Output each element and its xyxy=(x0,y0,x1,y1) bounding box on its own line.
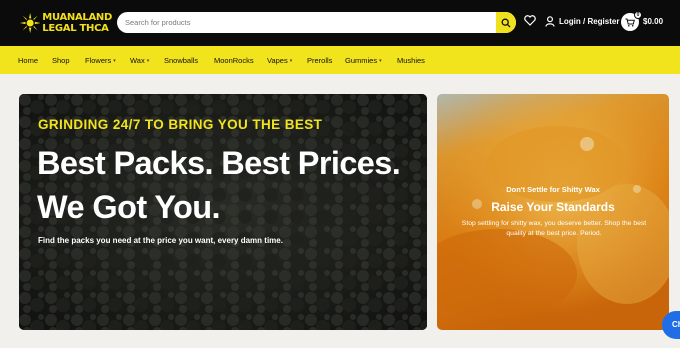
nav-item-mushies[interactable]: Mushies xyxy=(397,56,425,65)
nav-label: Home xyxy=(18,56,39,65)
main-nav: Home Shop Flowers ▾ Wax ▾ Snowballs Moon… xyxy=(0,46,680,74)
nav-item-shop[interactable]: Shop xyxy=(52,56,70,65)
search-input[interactable] xyxy=(117,12,487,33)
logo-line-1: MUANALAND xyxy=(42,12,112,23)
nav-label: Prerolls xyxy=(307,56,333,65)
chat-button[interactable]: Ch xyxy=(662,311,680,339)
chevron-down-icon: ▾ xyxy=(113,57,116,64)
nav-label: Snowballs xyxy=(164,56,199,65)
hero-banner[interactable]: GRINDING 24/7 TO BRING YOU THE BEST Best… xyxy=(19,94,427,330)
nav-item-wax[interactable]: Wax ▾ xyxy=(130,56,149,65)
nav-label: Wax xyxy=(130,56,145,65)
nav-label: MoonRocks xyxy=(214,56,254,65)
promo-title: Raise Your Standards xyxy=(491,200,615,214)
cart-icon xyxy=(625,18,635,27)
nav-item-flowers[interactable]: Flowers ▾ xyxy=(85,56,116,65)
hero-headline: Best Packs. Best Prices. We Got You. xyxy=(37,141,401,229)
nav-item-home[interactable]: Home xyxy=(18,56,38,65)
promo-kicker: Don't Settle for Shitty Wax xyxy=(506,185,600,194)
nav-label: Flowers xyxy=(85,56,112,65)
logo-line-2: LEGAL THCA xyxy=(42,23,109,34)
hero-headline-line-2: We Got You. xyxy=(37,189,221,225)
top-header: MUANALAND LEGAL THCA Login / Register 0 … xyxy=(0,0,680,46)
nav-label: Gummies xyxy=(345,56,378,65)
hero-kicker: GRINDING 24/7 TO BRING YOU THE BEST xyxy=(38,117,323,132)
hero-subtext: Find the packs you need at the price you… xyxy=(38,236,283,245)
search-button[interactable] xyxy=(496,12,516,33)
nav-item-moonrocks[interactable]: MoonRocks xyxy=(214,56,254,65)
site-logo[interactable]: MUANALAND LEGAL THCA xyxy=(20,6,112,40)
login-label: Login / Register xyxy=(559,17,620,26)
chevron-down-icon: ▾ xyxy=(289,57,293,64)
search-icon xyxy=(501,18,511,27)
chevron-down-icon: ▾ xyxy=(146,57,150,64)
nav-label: Vapes xyxy=(267,56,288,65)
nav-label: Mushies xyxy=(397,56,425,65)
nav-item-prerolls[interactable]: Prerolls xyxy=(307,56,332,65)
promo-card-wax[interactable]: Don't Settle for Shitty Wax Raise Your S… xyxy=(437,94,669,330)
user-icon xyxy=(545,16,555,27)
promo-description: Stop settling for shitty wax, you deserv… xyxy=(461,220,647,237)
logo-wordmark: MUANALAND LEGAL THCA xyxy=(42,12,112,34)
search-bar xyxy=(117,12,516,33)
cart-total[interactable]: $0.00 xyxy=(643,17,663,26)
login-register-link[interactable]: Login / Register xyxy=(545,16,619,27)
cart-count-badge: 0 xyxy=(634,11,642,19)
heart-icon[interactable] xyxy=(524,15,536,26)
logo-sun-icon xyxy=(20,12,41,34)
nav-item-vapes[interactable]: Vapes ▾ xyxy=(267,56,292,65)
nav-item-snowballs[interactable]: Snowballs xyxy=(164,56,198,65)
chevron-down-icon: ▾ xyxy=(379,57,382,64)
nav-item-gummies[interactable]: Gummies ▾ xyxy=(345,56,382,65)
hero-headline-line-1: Best Packs. Best Prices. xyxy=(37,145,401,181)
nav-label: Shop xyxy=(52,56,70,65)
